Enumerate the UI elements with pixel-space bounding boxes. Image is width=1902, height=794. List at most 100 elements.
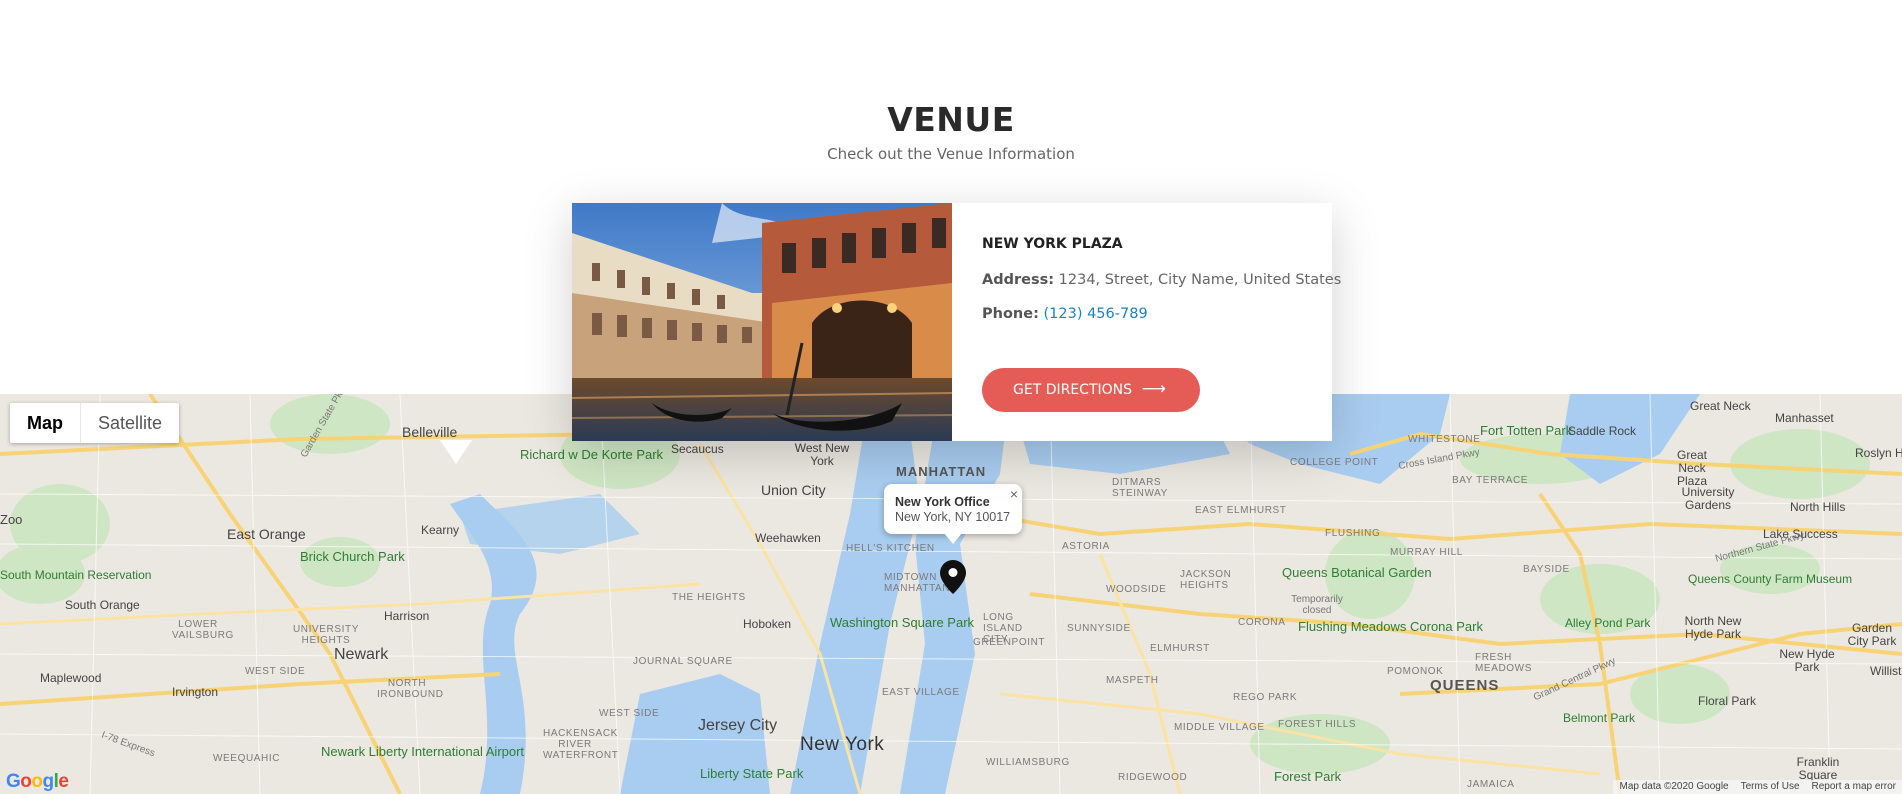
venue-name: NEW YORK PLAZA [982,236,1123,252]
map-label: WOODSIDE [1106,584,1167,595]
info-window-address: New York, NY 10017 [895,510,1011,524]
info-window-title: New York Office [895,495,990,509]
map-type-map-button[interactable]: Map [10,403,81,443]
map-label: Fort Totten Park [1480,423,1573,438]
venue-address-line: Address: 1234, Street, City Name, United… [982,272,1341,288]
map-label: JAMAICA [1467,779,1515,790]
map-label: Great Neck [1690,399,1751,413]
map-label: Garden City Park [1847,621,1897,648]
map-label: MASPETH [1106,675,1159,686]
map-label: Union City [761,482,826,498]
map-label: University Gardens [1681,485,1735,512]
map-label: Roslyn He [1855,446,1902,460]
map-label: REGO PARK [1233,692,1298,703]
map-label: WILLIAMSBURG [986,757,1070,768]
venue-card: NEW YORK PLAZA Address: 1234, Street, Ci… [572,203,1341,441]
map-label: WHITESTONE [1408,434,1481,445]
get-directions-button[interactable]: GET DIRECTIONS ⟶ [982,368,1200,412]
venue-card-pointer [440,440,472,464]
map-label: THE HEIGHTS [672,592,746,603]
map-label: QUEENS [1430,677,1500,694]
map-label: NORTH IRONBOUND [377,678,444,700]
map-label: North New Hyde Park [1684,614,1742,641]
map-label: FLUSHING [1325,528,1381,539]
map-label: MANHATTAN [896,464,987,479]
map-label: Secaucus [671,442,724,456]
map-label: HACKENSACK RIVER WATERFRONT [543,728,619,761]
map-label: Forest Park [1274,769,1342,784]
map-label: East Orange [227,526,306,542]
venue-phone-line: Phone: (123) 456-789 [982,306,1148,322]
map-label: WEST SIDE [245,666,306,677]
map-label: Alley Pond Park [1565,616,1651,630]
terms-of-use-link[interactable]: Terms of Use [1741,781,1800,793]
section-title: VENUE [887,100,1015,139]
map-label: Queens Botanical Garden [1282,565,1432,580]
map-label: CORONA [1238,617,1286,628]
map-label: North Hills [1790,500,1846,514]
map-label: Hoboken [743,617,792,631]
map-label: EAST VILLAGE [882,687,960,698]
map-label: ELMHURST [1150,643,1210,654]
map-label: Queens County Farm Museum [1688,572,1853,586]
map-type-control: Map Satellite [10,403,180,443]
map-attribution: Map data ©2020 Google Terms of Use Repor… [1613,780,1902,794]
map-label: FOREST HILLS [1278,719,1357,730]
venue-card-body: NEW YORK PLAZA Address: 1234, Street, Ci… [982,203,1341,441]
map-label: Saddle Rock [1568,424,1637,438]
map-pin-icon[interactable] [940,560,966,594]
phone-label: Phone: [982,306,1039,322]
map-label: Richard w De Korte Park [520,447,664,462]
map-label: DITMARS STEINWAY [1112,477,1168,499]
map-label: Great Neck Plaza [1676,448,1708,488]
map-label: Willisto [1870,664,1902,678]
map-data-text: Map data ©2020 Google [1619,781,1729,792]
map-label: West New York [794,441,850,468]
map-label: Brick Church Park [300,549,405,564]
map-label: LONG ISLAND CITY [983,612,1023,645]
address-label: Address: [982,272,1055,288]
google-map[interactable]: Belleville Secaucus West New York MANHAT… [0,394,1902,794]
map-label: HELL'S KITCHEN [846,543,935,554]
map-label: Irvington [172,685,219,699]
section-subtitle: Check out the Venue Information [827,145,1075,163]
map-label: MIDDLE VILLAGE [1174,722,1265,733]
map-label: New York [800,734,885,755]
map-label: Flushing Meadows Corona Park [1298,620,1483,634]
get-directions-label: GET DIRECTIONS [1013,382,1133,398]
map-info-window: New York Office New York, NY 10017 × [884,484,1022,534]
venue-photo [572,203,952,441]
venue-phone-link[interactable]: (123) 456-789 [1043,306,1147,322]
report-map-error-link[interactable]: Report a map error [1812,781,1896,793]
map-tiles [0,394,1902,794]
map-label: South Orange [65,598,140,612]
map-label: SUNNYSIDE [1067,623,1131,634]
map-label: LOWER VAILSBURG [172,619,234,641]
map-label: Jersey City [698,717,778,734]
map-label: BAYSIDE [1523,564,1570,575]
map-label: MURRAY HILL [1390,547,1463,558]
map-label: BAY TERRACE [1452,475,1529,486]
map-label: RIDGEWOOD [1118,772,1188,783]
map-label: Floral Park [1698,694,1757,708]
close-icon[interactable]: × [1010,486,1018,502]
map-label: Franklin Square [1796,755,1840,782]
arrow-right-icon: ⟶ [1141,379,1166,399]
map-label: Newark Liberty International Airport [321,745,524,759]
map-label: Washington Square Park [830,615,975,630]
map-label: Belmont Park [1563,711,1636,725]
map-label: Belleville [402,424,458,440]
map-label: Kearny [421,523,460,537]
map-label: COLLEGE POINT [1290,457,1379,468]
map-label: EAST ELMHURST [1195,505,1287,516]
map-label: MIDTOWN MANHATTAN [884,572,951,594]
map-label: Weehawken [755,531,821,545]
map-type-satellite-button[interactable]: Satellite [81,403,179,443]
map-label: WEST SIDE [599,708,660,719]
map-label: Manhasset [1775,411,1834,425]
map-label: Temporarily closed [1291,594,1343,616]
google-logo[interactable]: Google [6,771,69,793]
map-label: Zoo [0,512,23,527]
info-window-pointer [944,533,962,544]
map-label: Harrison [384,609,430,623]
